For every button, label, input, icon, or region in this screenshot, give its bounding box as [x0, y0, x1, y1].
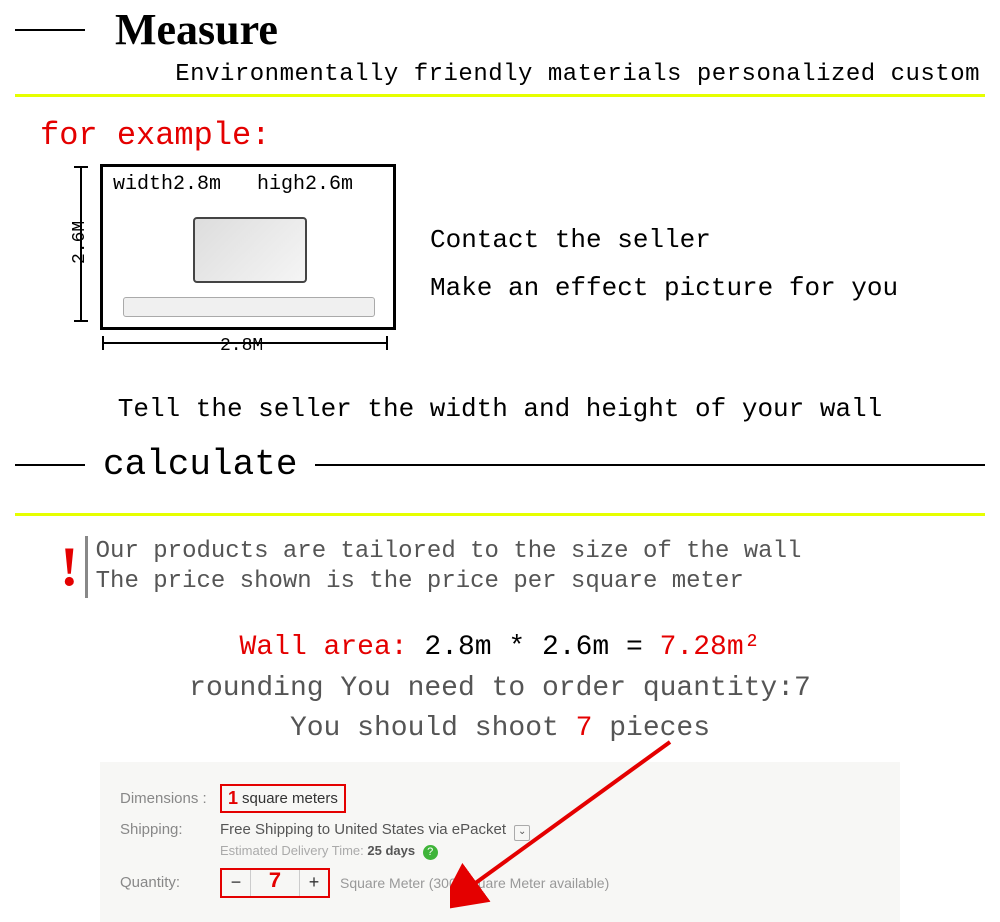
shipping-label: Shipping: [120, 821, 220, 838]
effect-picture-text: Make an effect picture for you [430, 273, 898, 303]
dim-label-vertical: 2.6M [70, 221, 90, 264]
shipping-text: Free Shipping to United States via ePack… [220, 821, 506, 838]
exclamation-icon: ! [60, 539, 79, 595]
dimensions-label: Dimensions : [120, 790, 220, 807]
measure-title: Measure [85, 4, 288, 55]
estimated-days: 25 days [367, 843, 415, 858]
rule-left-2 [15, 464, 85, 466]
shipping-dropdown-icon[interactable]: ⌄ [514, 825, 530, 841]
dimensions-unit: square meters [242, 790, 338, 807]
wall-diagram: 2.6M width2.8m high2.6m 2.8M [40, 164, 400, 364]
notice-line-2: The price shown is the price per square … [96, 567, 802, 597]
quantity-label: Quantity: [120, 874, 220, 891]
help-icon[interactable]: ? [423, 845, 438, 860]
rule-left [15, 29, 85, 31]
contact-seller-text: Contact the seller [430, 225, 898, 255]
wall-high-text: high2.6m [257, 173, 353, 196]
availability-text: Square Meter (300 Square Meter available… [340, 875, 609, 891]
tv-illustration [193, 217, 307, 283]
wall-area-result: 7.28m² [660, 632, 761, 663]
wall-area-formula: 2.8m * 2.6m = [424, 632, 642, 663]
quantity-value: 7 [251, 870, 299, 896]
rounding-line: rounding You need to order quantity:7 [0, 669, 1000, 710]
dim-label-horizontal: 2.8M [220, 336, 263, 356]
shoot-text-b: pieces [592, 713, 710, 744]
wall-area-label: Wall area: [240, 632, 408, 663]
tell-seller-text: Tell the seller the width and height of … [0, 394, 1000, 424]
estimated-label: Estimated Delivery Time: [220, 843, 367, 858]
dimensions-select[interactable]: 1 square meters [220, 784, 346, 813]
notice-line-1: Our products are tailored to the size of… [96, 537, 802, 567]
notice-divider [85, 536, 88, 598]
for-example-label: for example: [40, 117, 1000, 154]
wall-box: width2.8m high2.6m [100, 164, 396, 330]
quantity-increase-button[interactable]: + [299, 870, 328, 896]
dimensions-qty: 1 [228, 788, 238, 809]
quantity-decrease-button[interactable]: − [222, 870, 251, 896]
wall-width-text: width2.8m [113, 173, 221, 196]
order-form: Dimensions : 1 square meters Shipping: F… [100, 762, 900, 922]
yellow-divider-2 [15, 513, 985, 516]
calculate-title: calculate [85, 444, 315, 485]
yellow-divider-1 [15, 94, 985, 97]
shelf-illustration [123, 297, 375, 317]
quantity-stepper[interactable]: − 7 + [220, 868, 330, 898]
subtitle: Environmentally friendly materials perso… [0, 61, 1000, 88]
rule-right-2 [315, 464, 985, 466]
shoot-qty: 7 [576, 713, 593, 744]
shoot-text-a: You should shoot [290, 713, 576, 744]
